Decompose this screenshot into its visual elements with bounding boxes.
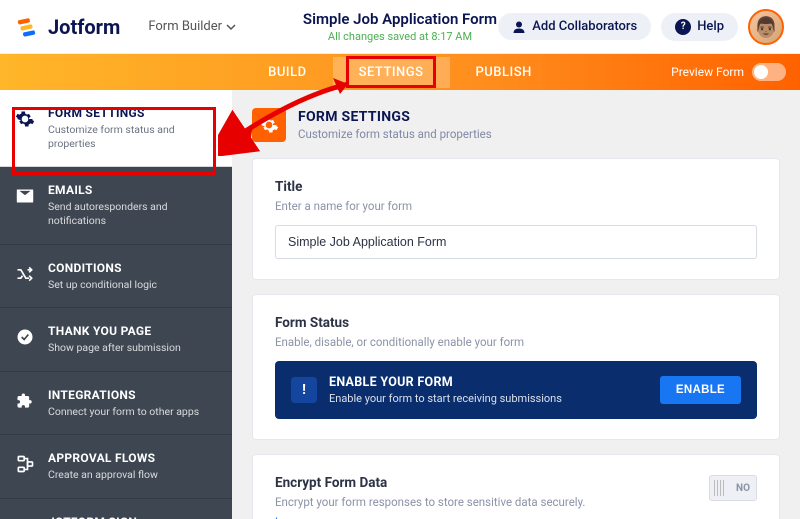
sidebar-item-label: EMAILS bbox=[48, 183, 218, 197]
sidebar-item-thank-you[interactable]: THANK YOU PAGE Show page after submissio… bbox=[0, 308, 232, 372]
sidebar-item-label: CONDITIONS bbox=[48, 261, 218, 275]
sidebar-item-desc: Create an approval flow bbox=[48, 468, 218, 482]
sidebar-item-label: JOTFORM SIGN bbox=[48, 515, 218, 519]
enable-banner-title: ENABLE YOUR FORM bbox=[329, 375, 648, 390]
sidebar-item-label: INTEGRATIONS bbox=[48, 388, 218, 402]
learn-more-link[interactable]: Learn more bbox=[275, 515, 333, 519]
settings-sidebar: FORM SETTINGS Customize form status and … bbox=[0, 90, 232, 519]
form-title[interactable]: Simple Job Application Form bbox=[303, 10, 497, 28]
encrypt-desc: Encrypt your form responses to store sen… bbox=[275, 495, 693, 509]
form-title-block: Simple Job Application Form All changes … bbox=[303, 10, 497, 43]
sidebar-item-desc: Show page after submission bbox=[48, 341, 218, 355]
info-icon: ! bbox=[291, 377, 317, 403]
encrypt-card: Encrypt Form Data Encrypt your form resp… bbox=[252, 454, 780, 519]
question-icon: ? bbox=[675, 19, 691, 35]
status-card: Form Status Enable, disable, or conditio… bbox=[252, 294, 780, 440]
chevron-down-icon bbox=[226, 22, 236, 32]
encrypt-toggle[interactable]: NO bbox=[709, 475, 757, 501]
gear-icon bbox=[252, 108, 286, 142]
sidebar-item-desc: Customize form status and properties bbox=[48, 123, 218, 150]
settings-content: FORM SETTINGS Customize form status and … bbox=[232, 90, 800, 519]
sidebar-item-label: FORM SETTINGS bbox=[48, 106, 218, 120]
puzzle-icon bbox=[14, 390, 36, 412]
preview-form-label: Preview Form bbox=[671, 65, 744, 79]
status-label: Form Status bbox=[275, 315, 757, 331]
check-circle-icon bbox=[14, 326, 36, 348]
status-desc: Enable, disable, or conditionally enable… bbox=[275, 335, 757, 349]
logo[interactable]: Jotform bbox=[16, 14, 120, 40]
sidebar-item-jotform-sign[interactable]: JOTFORM SIGN bbox=[0, 499, 232, 519]
title-label: Title bbox=[275, 179, 757, 195]
tab-build[interactable]: BUILD bbox=[242, 57, 332, 88]
tab-publish[interactable]: PUBLISH bbox=[450, 57, 558, 88]
logo-text: Jotform bbox=[48, 15, 120, 39]
app-header: Jotform Form Builder Simple Job Applicat… bbox=[0, 0, 800, 54]
gear-icon bbox=[14, 108, 36, 130]
tab-settings[interactable]: SETTINGS bbox=[333, 57, 450, 88]
enable-banner: ! ENABLE YOUR FORM Enable your form to s… bbox=[275, 361, 757, 419]
save-status: All changes saved at 8:17 AM bbox=[303, 30, 497, 43]
shuffle-icon bbox=[14, 263, 36, 285]
flow-icon bbox=[14, 453, 36, 475]
sidebar-item-approval-flows[interactable]: APPROVAL FLOWS Create an approval flow bbox=[0, 435, 232, 499]
sidebar-item-label: THANK YOU PAGE bbox=[48, 324, 218, 338]
enable-button[interactable]: ENABLE bbox=[660, 376, 741, 404]
encrypt-label: Encrypt Form Data bbox=[275, 475, 693, 491]
content-header-desc: Customize form status and properties bbox=[298, 127, 492, 141]
enable-banner-desc: Enable your form to start receiving subm… bbox=[329, 392, 648, 405]
form-builder-label: Form Builder bbox=[148, 19, 222, 34]
jotform-logo-icon bbox=[16, 14, 42, 40]
content-header-title: FORM SETTINGS bbox=[298, 109, 492, 125]
tabs-bar: BUILD SETTINGS PUBLISH Preview Form bbox=[0, 54, 800, 90]
title-input[interactable] bbox=[275, 225, 757, 259]
encrypt-toggle-state: NO bbox=[736, 483, 750, 494]
preview-form-toggle[interactable] bbox=[752, 63, 786, 81]
envelope-icon bbox=[14, 185, 36, 207]
sidebar-item-desc: Send autoresponders and notifications bbox=[48, 200, 218, 227]
title-desc: Enter a name for your form bbox=[275, 199, 757, 213]
help-label: Help bbox=[697, 19, 724, 34]
sidebar-item-form-settings[interactable]: FORM SETTINGS Customize form status and … bbox=[0, 90, 232, 167]
title-card: Title Enter a name for your form bbox=[252, 158, 780, 280]
add-collaborators-label: Add Collaborators bbox=[532, 19, 637, 34]
help-button[interactable]: ? Help bbox=[661, 13, 738, 41]
sidebar-item-emails[interactable]: EMAILS Send autoresponders and notificat… bbox=[0, 167, 232, 244]
sidebar-item-conditions[interactable]: CONDITIONS Set up conditional logic bbox=[0, 245, 232, 309]
sidebar-item-desc: Connect your form to other apps bbox=[48, 405, 218, 419]
sidebar-item-label: APPROVAL FLOWS bbox=[48, 451, 218, 465]
form-builder-dropdown[interactable]: Form Builder bbox=[148, 19, 236, 34]
user-avatar[interactable]: 👨🏽 bbox=[748, 9, 784, 45]
person-icon bbox=[512, 20, 526, 34]
add-collaborators-button[interactable]: Add Collaborators bbox=[498, 13, 651, 40]
sidebar-item-desc: Set up conditional logic bbox=[48, 278, 218, 292]
sidebar-item-integrations[interactable]: INTEGRATIONS Connect your form to other … bbox=[0, 372, 232, 436]
